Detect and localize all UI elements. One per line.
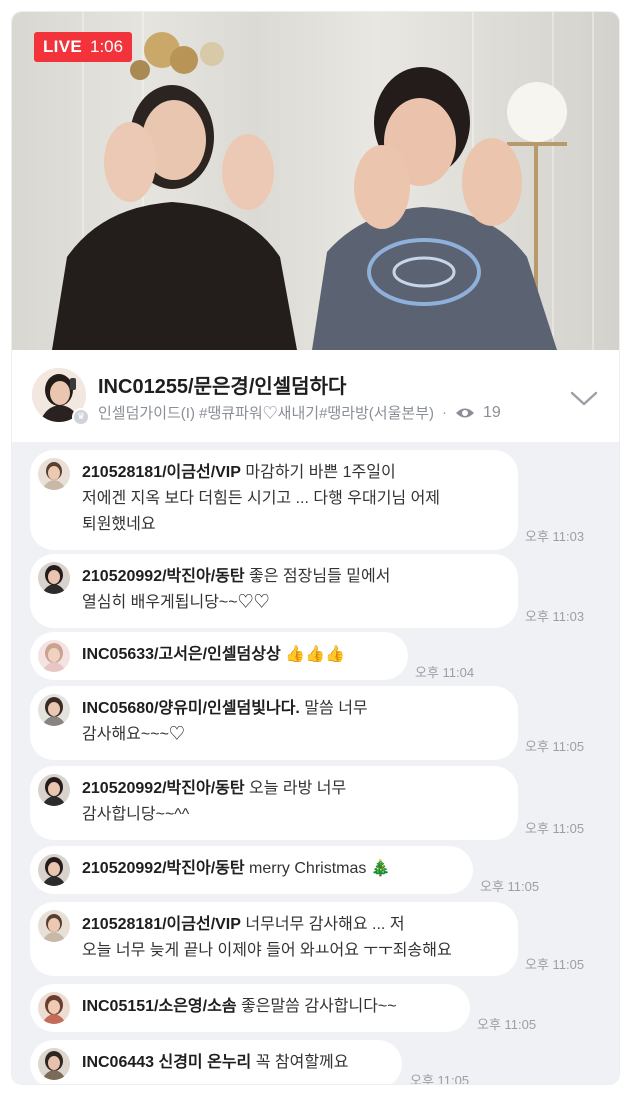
message-text: 오늘 라방 너무 [249, 780, 347, 797]
chat-message[interactable]: INC05151/소은영/소솜 좋은말씀 감사합니다~~ 오후 11:05 [30, 984, 536, 1032]
message-text: 감사합니당~~^^ [82, 806, 190, 823]
chat-list[interactable]: 210528181/이금선/VIP 마감하기 바쁜 1주일이 저에겐 지옥 보다… [12, 442, 619, 1084]
user-avatar[interactable] [38, 992, 70, 1024]
message-author: INC06443 신경미 온누리 [82, 1054, 252, 1071]
chat-message[interactable]: 210520992/박진아/동탄 오늘 라방 너무 감사합니당~~^^ 오후 1… [30, 766, 584, 840]
live-stream-card: LIVE 1:06 ♛ INC01255/문은경/인셀덤하다 인셀덤가이드(I)… [12, 12, 619, 1084]
message-author: 210520992/박진아/동탄 [82, 780, 245, 797]
user-avatar[interactable] [38, 562, 70, 594]
chat-message[interactable]: INC05633/고서은/인셀덤상상 👍👍👍 오후 11:04 [30, 632, 474, 680]
user-avatar[interactable] [38, 774, 70, 806]
message-text: 저에겐 지옥 보다 더힘든 시기고 ... 다행 우대기님 어제 [82, 490, 441, 507]
user-avatar[interactable] [38, 1048, 70, 1080]
message-author: 210520992/박진아/동탄 [82, 860, 245, 877]
message-text: 퇴원했네요 [82, 516, 156, 533]
message-time: 오후 11:05 [525, 957, 585, 972]
live-label: LIVE [43, 37, 82, 56]
message-text: merry Christmas 🎄 [249, 860, 391, 877]
message-text: 꼭 참여할께요 [255, 1054, 349, 1071]
message-time: 오후 11:05 [410, 1073, 470, 1084]
chat-message[interactable]: INC05680/양유미/인셀덤빛나다. 말씀 너무 감사해요~~~♡ 오후 1… [30, 686, 584, 760]
crown-icon: ♛ [72, 408, 90, 426]
user-avatar[interactable] [38, 694, 70, 726]
message-time: 오후 11:03 [525, 609, 585, 624]
chat-message[interactable]: 210528181/이금선/VIP 너무너무 감사해요 ... 저 오늘 너무 … [30, 902, 584, 976]
message-time: 오후 11:05 [525, 821, 585, 836]
host-subline: 인셀덤가이드(I) #땡큐파워♡새내기#땡라방(서울본부) · 19 [98, 402, 501, 423]
message-text: 👍👍👍 [285, 646, 345, 663]
live-video[interactable]: LIVE 1:06 [12, 12, 619, 350]
message-time: 오후 11:03 [525, 529, 585, 544]
message-text: 너무너무 감사해요 ... 저 [245, 916, 405, 933]
chat-message[interactable]: INC06443 신경미 온누리 꼭 참여할께요 오후 11:05 [30, 1040, 469, 1084]
message-author: INC05680/양유미/인셀덤빛나다. [82, 700, 300, 717]
message-text: 열심히 배우게됩니당~~♡♡ [82, 594, 270, 611]
message-text: 오늘 너무 늦게 끝나 이제야 들어 와ㅛ어요 ㅜㅜ죄송해요 [82, 942, 452, 959]
user-avatar[interactable] [38, 910, 70, 942]
chat-message[interactable]: 210520992/박진아/동탄 merry Christmas 🎄 오후 11… [30, 846, 539, 894]
chat-message[interactable]: 210520992/박진아/동탄 좋은 점장님들 밑에서 열심히 배우게됩니당~… [30, 554, 584, 628]
message-text: 좋은말씀 감사합니다~~ [241, 998, 397, 1015]
user-avatar[interactable] [38, 854, 70, 886]
live-elapsed-time: 1:06 [90, 37, 124, 56]
message-time: 오후 11:05 [525, 739, 585, 754]
message-text: 마감하기 바쁜 1주일이 [245, 464, 396, 481]
video-scene [52, 32, 567, 350]
message-author: INC05151/소은영/소솜 [82, 998, 237, 1015]
stream-header: ♛ INC01255/문은경/인셀덤하다 인셀덤가이드(I) #땡큐파워♡새내기… [12, 350, 619, 442]
separator-dot: · [442, 404, 448, 421]
message-time: 오후 11:04 [415, 665, 475, 680]
message-author: 210520992/박진아/동탄 [82, 568, 245, 585]
live-badge: LIVE 1:06 [34, 32, 133, 62]
user-avatar[interactable] [38, 458, 70, 490]
chat-message[interactable]: 210528181/이금선/VIP 마감하기 바쁜 1주일이 저에겐 지옥 보다… [30, 450, 584, 550]
eye-icon [456, 408, 475, 417]
message-text: 좋은 점장님들 밑에서 [249, 568, 391, 585]
message-time: 오후 11:05 [477, 1017, 537, 1032]
viewer-count: 19 [483, 403, 501, 421]
chevron-down-icon[interactable] [569, 388, 599, 408]
message-author: INC05633/고서은/인셀덤상상 [82, 646, 281, 663]
host-name[interactable]: INC01255/문은경/인셀덤하다 [98, 370, 346, 399]
message-author: 210528181/이금선/VIP [82, 916, 241, 933]
host-tags: 인셀덤가이드(I) #땡큐파워♡새내기#땡라방(서울본부) [98, 405, 435, 422]
message-author: 210528181/이금선/VIP [82, 464, 241, 481]
message-text: 말씀 너무 [304, 700, 368, 717]
user-avatar[interactable] [38, 640, 70, 672]
message-text: 감사해요~~~♡ [82, 726, 185, 743]
message-time: 오후 11:05 [480, 879, 540, 894]
